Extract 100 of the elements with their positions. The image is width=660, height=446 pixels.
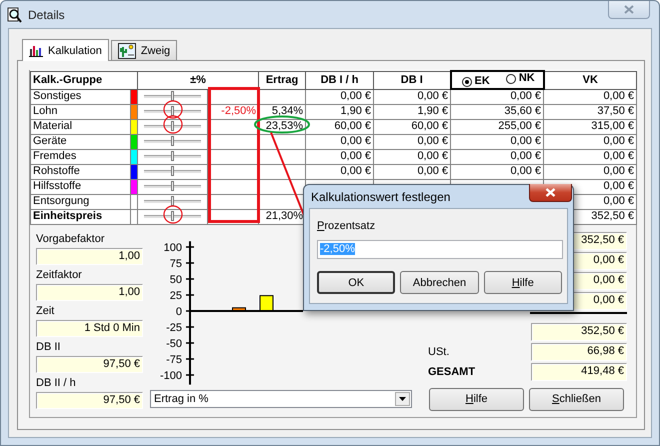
row-label: Fremdes xyxy=(33,150,76,162)
tick-label: -50 xyxy=(166,338,182,350)
table-cell: 37,50 € xyxy=(597,105,634,117)
tick-label: 50 xyxy=(170,274,182,286)
bar xyxy=(232,306,246,311)
slider-thumb[interactable] xyxy=(170,150,174,160)
document-search-icon xyxy=(6,6,22,22)
tab[interactable]: Kalkulation xyxy=(22,39,109,61)
slider-thumb[interactable] xyxy=(170,106,174,116)
radio-button[interactable]: NK xyxy=(506,73,535,85)
table-cell: 0,00 € xyxy=(603,180,634,192)
row-label: Rohstoffe xyxy=(33,165,80,177)
field-label: USt. xyxy=(427,346,450,358)
slider-thumb[interactable] xyxy=(170,180,174,190)
tick-label: 100 xyxy=(164,242,182,254)
table-cell: 1,90 € xyxy=(417,105,448,117)
field-label: GESAMT xyxy=(427,366,476,378)
window-title: Details xyxy=(28,8,65,22)
tab[interactable]: Zweig xyxy=(110,40,178,60)
row-label: Geräte xyxy=(33,135,67,147)
table-cell: 0,00 € xyxy=(417,135,448,147)
table-cell: 0,00 € xyxy=(417,165,448,177)
table-cell: 5,34% xyxy=(272,105,304,117)
table-cell: 21,30% xyxy=(266,210,304,222)
column-header: Ertrag xyxy=(266,74,298,86)
table-cell: 0,00 € xyxy=(340,165,372,177)
radio-button[interactable]: EK xyxy=(462,75,490,87)
column-header: ±% xyxy=(190,74,206,86)
table-cell: 0,00 € xyxy=(603,135,634,147)
value-field: 66,98 € xyxy=(531,342,627,360)
tick-label: -100 xyxy=(160,370,182,382)
field-label: Zeitfaktor xyxy=(36,268,83,282)
tick-label: -75 xyxy=(166,354,182,366)
table-cell: 1,90 € xyxy=(340,105,372,117)
field-label: Prozentsatz xyxy=(317,219,376,234)
table-cell: 35,60 € xyxy=(504,105,542,117)
table-cell: 0,00 € xyxy=(603,90,634,102)
table-cell: 315,00 € xyxy=(591,120,634,132)
row-label: Einheitspreis xyxy=(33,210,102,222)
value-field: 1,00 xyxy=(36,248,143,264)
tick-label: 25 xyxy=(170,290,182,302)
value-field: 352,50 € xyxy=(531,322,627,340)
dropdown[interactable]: Ertrag in % xyxy=(150,390,412,408)
button[interactable]: OK xyxy=(317,271,396,294)
table-cell: 0,00 € xyxy=(603,195,634,207)
slider-thumb[interactable] xyxy=(170,166,174,176)
bar-chart-icon xyxy=(29,44,43,56)
field-label: Zeit xyxy=(36,304,56,318)
slider-thumb[interactable] xyxy=(170,210,174,220)
button[interactable]: Hilfe xyxy=(484,271,562,294)
slider-thumb[interactable] xyxy=(170,196,174,206)
value-field: 97,50 € xyxy=(36,356,143,372)
table-cell: 0,00 € xyxy=(510,90,542,102)
table-cell: 0,00 € xyxy=(510,135,542,147)
table-cell: 0,00 € xyxy=(417,90,448,102)
tick-label: 0 xyxy=(176,306,182,318)
value-field: 1 Std 0 Min xyxy=(36,320,143,336)
table-cell: 0,00 € xyxy=(603,150,634,162)
table-cell: 0,00 € xyxy=(340,135,372,147)
dialog-title: Kalkulationswert festlegen xyxy=(311,190,450,204)
row-label: Material xyxy=(33,120,72,132)
slider-thumb[interactable] xyxy=(170,136,174,146)
slider-thumb[interactable] xyxy=(170,120,174,130)
column-header: DB I xyxy=(400,74,423,86)
field-label: DB II / h xyxy=(36,376,77,390)
table-cell: 255,00 € xyxy=(498,120,542,132)
field-label: DB II xyxy=(36,340,62,354)
table-cell: 0,00 € xyxy=(340,150,372,162)
close-icon xyxy=(624,5,634,14)
field-label: Vorgabefaktor xyxy=(36,232,106,246)
close-button[interactable] xyxy=(529,184,572,202)
column-header: VK xyxy=(582,74,598,86)
column-header: Kalk.-Gruppe xyxy=(33,74,102,86)
row-label: Sonstiges xyxy=(33,90,82,102)
row-label: Lohn xyxy=(33,105,58,117)
column-header: DB I / h xyxy=(320,74,358,86)
table-cell: 0,00 € xyxy=(510,165,542,177)
button[interactable]: Hilfe xyxy=(429,388,524,410)
bar xyxy=(260,294,274,311)
table-cell: -2,50% xyxy=(221,105,256,117)
value-field: 97,50 € xyxy=(36,392,143,408)
table-cell: 0,00 € xyxy=(603,165,634,177)
value-field: 419,48 € xyxy=(531,362,627,380)
close-icon xyxy=(545,188,556,197)
table-cell: 0,00 € xyxy=(340,90,372,102)
table-cell: 352,50 € xyxy=(591,210,634,222)
tick-label: 75 xyxy=(170,258,182,270)
row-label: Entsorgung xyxy=(33,195,90,207)
table-cell: 60,00 € xyxy=(411,120,448,132)
button[interactable]: Abbrechen xyxy=(400,271,479,294)
slider-thumb[interactable] xyxy=(170,90,174,100)
value-field: 1,00 xyxy=(36,284,143,300)
table-cell: 0,00 € xyxy=(510,150,542,162)
table-cell: 60,00 € xyxy=(334,120,372,132)
table-cell: 23,53% xyxy=(266,120,304,132)
table-cell: 0,00 € xyxy=(417,150,448,162)
tick-label: -25 xyxy=(166,322,182,334)
row-label: Hilfsstoffe xyxy=(33,180,82,192)
button[interactable]: Schließen xyxy=(529,388,624,410)
caret-icon xyxy=(399,396,406,400)
